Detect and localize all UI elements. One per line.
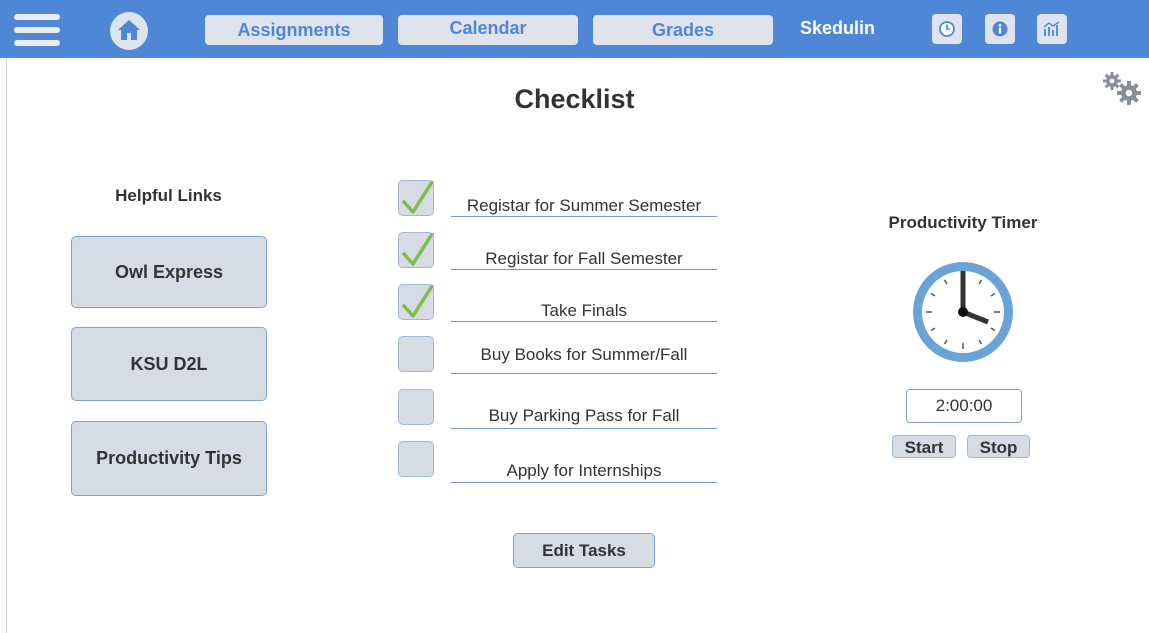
app-brand: Skedulin — [800, 18, 876, 38]
task-row: Registar for Fall Semester — [398, 232, 718, 274]
task-row: Take Finals — [398, 284, 718, 326]
task-label: Buy Parking Pass for Fall — [488, 406, 680, 425]
task-underline — [451, 321, 717, 322]
task-label: Take Finals — [541, 301, 627, 320]
timer-time-field[interactable]: 2:00:00 — [906, 389, 1022, 423]
clock-icon — [908, 257, 1018, 367]
info-icon[interactable] — [985, 14, 1015, 44]
task-label: Registar for Summer Semester — [466, 196, 702, 215]
productivity-tips-button[interactable]: Productivity Tips — [71, 421, 267, 496]
tab-calendar[interactable]: Calendar — [398, 15, 578, 45]
tab-grades-label: Grades — [651, 20, 715, 40]
edit-tasks-button[interactable]: Edit Tasks — [513, 533, 655, 568]
task-checkbox[interactable] — [398, 389, 434, 425]
task-underline — [451, 216, 717, 217]
task-label: Apply for Internships — [506, 461, 662, 480]
clock-icon[interactable] — [932, 14, 962, 44]
checkmark-icon — [402, 181, 434, 214]
tab-grades[interactable]: Grades — [593, 15, 773, 45]
task-underline — [451, 482, 717, 483]
task-checkbox[interactable] — [398, 336, 434, 372]
task-underline — [451, 428, 717, 429]
chart-icon[interactable] — [1037, 14, 1067, 44]
task-label: Buy Books for Summer/Fall — [480, 345, 688, 364]
task-checkbox[interactable] — [398, 284, 434, 320]
task-checkbox[interactable] — [398, 441, 434, 477]
task-underline — [451, 269, 717, 270]
task-checkbox[interactable] — [398, 180, 434, 216]
top-nav-bar: Assignments Calendar Grades Skedulin — [0, 0, 1149, 58]
page-title: Checklist — [514, 84, 635, 114]
owl-express-button[interactable]: Owl Express — [71, 236, 267, 308]
timer-heading: Productivity Timer — [888, 213, 1038, 232]
task-underline — [451, 373, 717, 374]
task-row: Buy Books for Summer/Fall — [398, 336, 718, 378]
tab-assignments-label: Assignments — [237, 20, 351, 40]
task-row: Registar for Summer Semester — [398, 180, 718, 222]
ksu-d2l-button[interactable]: KSU D2L — [71, 327, 267, 401]
tab-calendar-label: Calendar — [449, 18, 527, 38]
stop-button[interactable]: Stop — [967, 435, 1030, 458]
start-button[interactable]: Start — [892, 435, 956, 458]
menu-icon[interactable] — [14, 14, 60, 46]
tab-assignments[interactable]: Assignments — [205, 15, 383, 45]
task-row: Apply for Internships — [398, 441, 718, 483]
helpful-links-heading: Helpful Links — [115, 186, 222, 205]
task-checkbox[interactable] — [398, 232, 434, 268]
task-row: Buy Parking Pass for Fall — [398, 389, 718, 431]
checkmark-icon — [402, 233, 434, 266]
home-icon[interactable] — [110, 12, 148, 50]
page-border — [6, 58, 7, 633]
checkmark-icon — [402, 285, 434, 318]
task-label: Registar for Fall Semester — [485, 249, 683, 268]
